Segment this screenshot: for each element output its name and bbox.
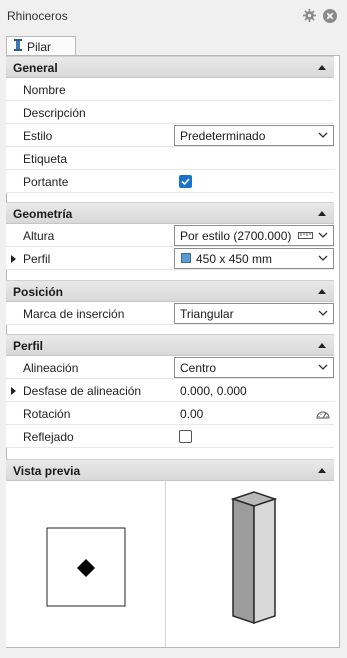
section-header-vista-previa[interactable]: Vista previa <box>6 459 334 481</box>
field-label: Etiqueta <box>23 152 68 166</box>
3d-preview <box>230 491 278 625</box>
alineacion-select[interactable]: Centro <box>174 357 334 378</box>
field-label: Descripción <box>23 106 86 120</box>
field-label: Alineación <box>23 361 79 375</box>
chevron-down-icon <box>318 364 328 370</box>
section-title: Perfil <box>13 339 44 353</box>
ruler-icon <box>298 232 313 239</box>
column-icon <box>13 39 23 54</box>
window-titlebar: Rhinoceros <box>0 0 347 30</box>
section-header-general[interactable]: General <box>6 56 334 78</box>
row-alineacion: Alineación Centro <box>6 356 334 379</box>
row-descripcion: Descripción <box>6 101 334 124</box>
section-geometria: Geometría Altura Por estilo (2700.000) P… <box>6 202 334 270</box>
row-portante: Portante <box>6 170 334 193</box>
altura-select[interactable]: Por estilo (2700.000) <box>174 225 334 246</box>
row-estilo: Estilo Predeterminado <box>6 124 334 147</box>
chevron-down-icon <box>318 132 328 138</box>
gear-icon[interactable] <box>302 8 317 23</box>
section-vista-previa: Vista previa <box>6 459 334 481</box>
collapse-icon[interactable] <box>318 65 326 70</box>
collapse-icon[interactable] <box>318 343 326 348</box>
descripcion-field[interactable] <box>174 101 334 124</box>
section-header-perfil[interactable]: Perfil <box>6 334 334 356</box>
portante-checkbox[interactable] <box>179 175 192 188</box>
checkmark-icon <box>181 178 190 186</box>
expand-arrow-icon[interactable] <box>11 387 16 395</box>
field-label: Marca de inserción <box>23 307 125 321</box>
row-perfil: Perfil 450 x 450 mm <box>6 247 334 270</box>
field-label: Estilo <box>23 129 53 143</box>
section-header-geometria[interactable]: Geometría <box>6 202 334 224</box>
rotacion-field[interactable]: 0.00 <box>174 402 334 425</box>
collapse-icon[interactable] <box>318 289 326 294</box>
section-title: Geometría <box>13 207 73 221</box>
chevron-down-icon <box>318 310 328 316</box>
section-general: General Nombre Descripción Estilo Predet… <box>6 56 334 193</box>
row-desfase: Desfase de alineación 0.000, 0.000 <box>6 379 334 402</box>
field-label: Desfase de alineación <box>23 384 142 398</box>
marca-insercion-select[interactable]: Triangular <box>174 303 334 324</box>
desfase-field[interactable]: 0.000, 0.000 <box>174 379 334 402</box>
section-title: General <box>13 61 58 75</box>
section-posicion: Posición Marca de inserción Triangular <box>6 280 334 325</box>
field-label: Perfil <box>23 252 51 266</box>
row-reflejado: Reflejado <box>6 425 334 448</box>
field-label: Reflejado <box>23 430 74 444</box>
field-label: Altura <box>23 229 55 243</box>
preview-area <box>6 481 334 647</box>
collapse-icon[interactable] <box>318 211 326 216</box>
row-rotacion: Rotación 0.00 <box>6 402 334 425</box>
field-label: Nombre <box>23 83 66 97</box>
estilo-select[interactable]: Predeterminado <box>174 125 334 146</box>
chevron-down-icon <box>318 232 328 238</box>
field-label: Portante <box>23 175 69 189</box>
close-icon[interactable] <box>322 8 337 23</box>
etiqueta-field[interactable] <box>174 147 334 170</box>
collapse-icon[interactable] <box>318 468 326 473</box>
chevron-down-icon <box>318 255 328 261</box>
section-perfil: Perfil Alineación Centro Desfase de alin… <box>6 334 334 448</box>
reflejado-checkbox[interactable] <box>179 430 192 443</box>
row-etiqueta: Etiqueta <box>6 147 334 170</box>
row-marca-insercion: Marca de inserción Triangular <box>6 302 334 325</box>
perfil-select[interactable]: 450 x 450 mm <box>174 248 334 269</box>
field-label: Rotación <box>23 407 71 421</box>
section-title: Vista previa <box>13 464 81 478</box>
tab-pilar[interactable]: Pilar <box>6 36 76 56</box>
nombre-field[interactable] <box>174 78 334 101</box>
expand-arrow-icon[interactable] <box>11 255 16 263</box>
profile-swatch-icon <box>181 253 191 263</box>
window-title: Rhinoceros <box>7 9 68 23</box>
section-title: Posición <box>13 285 64 299</box>
row-nombre: Nombre <box>6 78 334 101</box>
plan-preview <box>46 527 126 607</box>
protractor-icon[interactable] <box>316 407 330 419</box>
tab-label: Pilar <box>27 39 52 54</box>
section-header-posicion[interactable]: Posición <box>6 280 334 302</box>
row-altura: Altura Por estilo (2700.000) <box>6 224 334 247</box>
